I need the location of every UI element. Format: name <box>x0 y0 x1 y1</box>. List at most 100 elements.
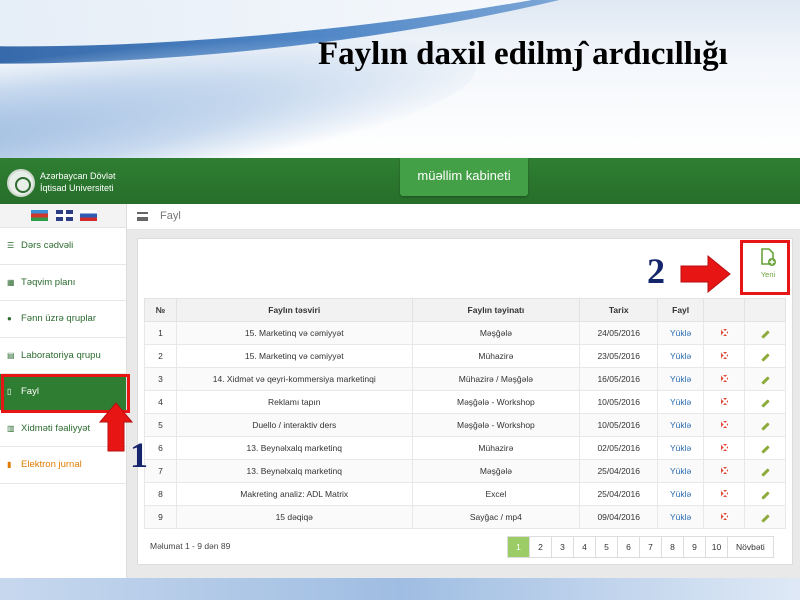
sidebar-item-laboratory-group[interactable]: ▤ Laboratoriya qrupu <box>0 338 126 374</box>
page-button-5[interactable]: 5 <box>596 537 618 557</box>
sidebar-item-subject-groups[interactable]: ● Fənn üzrə qruplar <box>0 301 126 338</box>
page-button-8[interactable]: 8 <box>662 537 684 557</box>
university-name-line1: Azərbaycan Dövlət <box>40 171 116 181</box>
download-link[interactable]: Yüklə <box>657 436 705 460</box>
table-row: 5 Duello / interaktiv ders Məşğələ - Wor… <box>144 413 786 437</box>
download-link[interactable]: Yüklə <box>657 505 705 529</box>
uk-flag-icon[interactable] <box>56 210 73 221</box>
delete-cell <box>703 505 746 529</box>
edit-cell <box>744 436 786 460</box>
file-purpose: Excel <box>411 482 581 506</box>
university-name-line2: İqtisad Universiteti <box>40 183 114 193</box>
delete-icon[interactable] <box>720 467 728 474</box>
page-button-1[interactable]: 1 <box>508 537 530 557</box>
download-link[interactable]: Yüklə <box>657 482 705 506</box>
file-description: 15. Marketinq və cəmiyyət <box>175 344 413 368</box>
file-date: 24/05/2016 <box>579 321 659 345</box>
page-button-6[interactable]: 6 <box>618 537 640 557</box>
table-row: 8 Makreting analiz: ADL Matrix Excel 25/… <box>144 482 786 506</box>
sidebar-item-label: Xidməti fəaliyyət <box>21 422 91 434</box>
sidebar-item-label: Dərs cədvəli <box>21 240 74 252</box>
row-number: 6 <box>144 436 177 460</box>
edit-pencil-icon[interactable] <box>760 514 770 523</box>
table-row: 6 13. Beynəlxalq marketinq Mühazirə 02/0… <box>144 436 786 460</box>
file-description: 13. Beynəlxalq marketinq <box>175 459 413 483</box>
step-number-2: 2 <box>647 251 665 291</box>
page-button-7[interactable]: 7 <box>640 537 662 557</box>
edit-pencil-icon[interactable] <box>760 330 770 339</box>
delete-icon[interactable] <box>720 444 728 451</box>
edit-pencil-icon[interactable] <box>760 399 770 408</box>
column-header-edit <box>744 298 786 322</box>
table-row: 4 Reklamı tapın Məşğələ - Workshop 10/05… <box>144 390 786 414</box>
download-link[interactable]: Yüklə <box>657 413 705 437</box>
file-purpose: Mühazirə / Məşğələ <box>411 367 581 391</box>
table-row: 2 15. Marketinq və cəmiyyət Mühazirə 23/… <box>144 344 786 368</box>
download-link[interactable]: Yüklə <box>657 367 705 391</box>
column-header-date[interactable]: Tarix <box>579 298 659 322</box>
chart-icon: ▥ <box>7 423 15 433</box>
delete-cell <box>703 413 746 437</box>
download-link[interactable]: Yüklə <box>657 459 705 483</box>
file-description: Makreting analiz: ADL Matrix <box>175 482 413 506</box>
sidebar-item-electronic-journal[interactable]: ▮ Elektron jurnal <box>0 447 126 484</box>
download-link[interactable]: Yüklə <box>657 344 705 368</box>
file-purpose: Mühazirə <box>411 344 581 368</box>
next-page-button[interactable]: Növbəti <box>728 537 773 557</box>
file-purpose: Məşğələ - Workshop <box>411 413 581 437</box>
page-button-3[interactable]: 3 <box>552 537 574 557</box>
delete-icon[interactable] <box>720 490 728 497</box>
teacher-cabinet-tab[interactable]: müəllim kabineti <box>400 158 528 196</box>
file-purpose: Məşğələ <box>411 321 581 345</box>
row-number: 7 <box>144 459 177 483</box>
page-button-10[interactable]: 10 <box>706 537 728 557</box>
university-logo-icon[interactable] <box>7 169 35 197</box>
page-button-9[interactable]: 9 <box>684 537 706 557</box>
delete-icon[interactable] <box>720 375 728 382</box>
column-header-purpose[interactable]: Faylın təyinatı <box>411 298 581 322</box>
sidebar-item-label: Laboratoriya qrupu <box>21 349 101 361</box>
edit-pencil-icon[interactable] <box>760 376 770 385</box>
breadcrumb: Fayl <box>127 204 800 230</box>
file-date: 02/05/2016 <box>579 436 659 460</box>
column-header-description[interactable]: Faylın təsviri <box>175 298 413 322</box>
delete-icon[interactable] <box>720 421 728 428</box>
russia-flag-icon[interactable] <box>80 210 97 221</box>
row-number: 5 <box>144 413 177 437</box>
sidebar-item-schedule[interactable]: ☰ Dərs cədvəli <box>0 228 126 265</box>
file-purpose: Mühazirə <box>411 436 581 460</box>
file-purpose: Məşğələ - Workshop <box>411 390 581 414</box>
users-icon: ● <box>7 314 12 324</box>
edit-cell <box>744 367 786 391</box>
delete-icon[interactable] <box>720 398 728 405</box>
edit-pencil-icon[interactable] <box>760 491 770 500</box>
column-header-number[interactable]: № <box>144 298 177 322</box>
sidebar-item-calendar-plan[interactable]: ▦ Təqvim planı <box>0 265 126 301</box>
file-description: 13. Beynəlxalq marketinq <box>175 436 413 460</box>
delete-icon[interactable] <box>720 352 728 359</box>
azerbaijan-flag-icon[interactable] <box>31 210 48 221</box>
edit-cell <box>744 390 786 414</box>
file-date: 23/05/2016 <box>579 344 659 368</box>
edit-pencil-icon[interactable] <box>760 445 770 454</box>
slide-bottom-strip <box>0 578 800 600</box>
table-header-row: № Faylın təsviri Faylın təyinatı Tarix F… <box>144 298 786 322</box>
edit-pencil-icon[interactable] <box>760 353 770 362</box>
column-header-file[interactable]: Fayl <box>657 298 705 322</box>
menu-toggle-icon[interactable] <box>137 212 148 221</box>
file-date: 10/05/2016 <box>579 390 659 414</box>
file-date: 16/05/2016 <box>579 367 659 391</box>
page-button-2[interactable]: 2 <box>530 537 552 557</box>
delete-icon[interactable] <box>720 513 728 520</box>
file-description: 14. Xidmət və qeyri-kommersiya marketinq… <box>175 367 413 391</box>
language-selector <box>0 204 126 228</box>
edit-pencil-icon[interactable] <box>760 422 770 431</box>
edit-cell <box>744 413 786 437</box>
page-button-4[interactable]: 4 <box>574 537 596 557</box>
download-link[interactable]: Yüklə <box>657 321 705 345</box>
file-description: Reklamı tapın <box>175 390 413 414</box>
edit-pencil-icon[interactable] <box>760 468 770 477</box>
slide-title: Faylın daxil edilmȷ̂ ardıcıllığı <box>318 36 728 72</box>
download-link[interactable]: Yüklə <box>657 390 705 414</box>
delete-icon[interactable] <box>720 329 728 336</box>
